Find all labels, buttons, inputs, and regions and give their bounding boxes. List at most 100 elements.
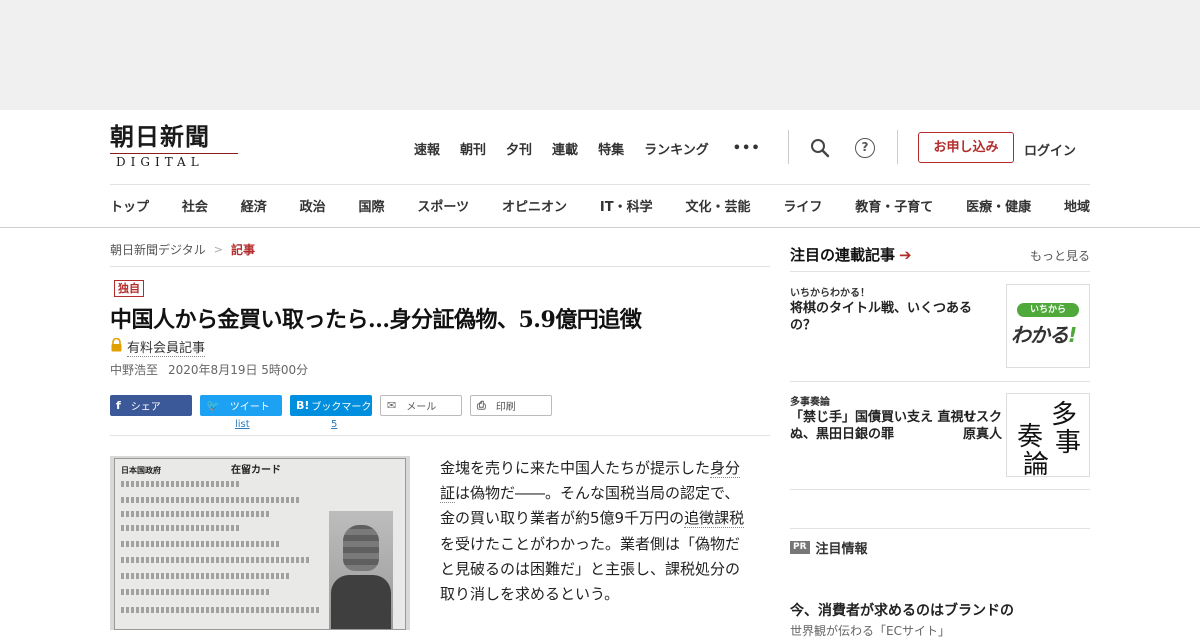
divider — [110, 266, 770, 267]
site-logo[interactable]: 朝日新聞 DIGITAL — [110, 124, 240, 172]
series-thumbnail: 多 事 奏 論 — [1006, 393, 1090, 480]
series-thumbnail: いちから わかる! — [1006, 284, 1090, 368]
card-text-line — [121, 525, 241, 531]
card-text-line — [121, 511, 271, 517]
site-header: 朝日新聞 DIGITAL 速報 朝刊 夕刊 連載 特集 ランキング ••• ? … — [0, 110, 1200, 228]
facebook-share-button[interactable]: f シェア — [110, 395, 192, 416]
featured-series-heading[interactable]: 注目の連載記事 ➔ — [790, 244, 912, 265]
card-text-line — [121, 497, 301, 503]
category-culture[interactable]: 文化・芸能 — [685, 196, 750, 216]
header-divider — [897, 130, 898, 164]
paid-member-label[interactable]: 有料会員記事 — [110, 337, 206, 357]
subscribe-button[interactable]: お申し込み — [918, 132, 1014, 163]
pr-section-label: PR 注目情報 — [790, 538, 868, 557]
top-nav: 速報 朝刊 夕刊 連載 特集 ランキング ••• — [414, 138, 761, 158]
series-author: リスク 原真人 — [962, 410, 1002, 442]
hatena-count-link[interactable]: 5 — [331, 419, 337, 430]
hatena-bookmark-label: ブックマーク — [311, 402, 372, 413]
featured-series-title: 注目の連載記事 — [790, 246, 896, 264]
twitter-count-link[interactable]: list — [235, 419, 250, 430]
article-title: 中国人から金買い取ったら…身分証偽物、5.9億円追徴 — [110, 307, 642, 333]
divider — [110, 435, 770, 436]
mail-icon: ✉ — [387, 399, 397, 412]
thumb-label-main: わかる! — [1011, 323, 1077, 347]
logo-underline — [110, 153, 238, 154]
breadcrumb-home[interactable]: 朝日新聞デジタル — [110, 241, 206, 258]
hatena-bookmark-button[interactable]: B! ブックマーク — [290, 395, 372, 416]
series-kicker: いちからわかる！ — [790, 288, 870, 299]
card-text-line — [121, 557, 311, 563]
mail-share-button[interactable]: ✉ メール — [380, 395, 462, 416]
twitter-share-button[interactable]: 🐦 ツイート — [200, 395, 282, 416]
pr-section-title: 注目情報 — [815, 542, 868, 557]
login-link[interactable]: ログイン — [1024, 140, 1076, 159]
logo-japanese: 朝日新聞 — [110, 122, 210, 151]
category-society[interactable]: 社会 — [182, 196, 208, 216]
calligraphy-char: 事 — [1055, 428, 1082, 458]
divider — [790, 271, 1090, 272]
print-label: 印刷 — [495, 402, 516, 413]
see-more-link[interactable]: もっと見る — [1030, 247, 1090, 264]
twitter-share-label: ツイート — [229, 402, 270, 413]
category-international[interactable]: 国際 — [359, 196, 385, 216]
nav-rensai[interactable]: 連載 — [552, 139, 578, 158]
calligraphy-char: 論 — [1023, 450, 1050, 480]
category-region[interactable]: 地域 — [1064, 196, 1090, 216]
category-economy[interactable]: 経済 — [241, 196, 267, 216]
category-top[interactable]: トップ — [110, 196, 149, 216]
category-health[interactable]: 医療・健康 — [966, 196, 1031, 216]
divider — [790, 381, 1090, 382]
more-menu-icon[interactable]: ••• — [733, 141, 761, 156]
thumb-label-top: いちから — [1017, 303, 1079, 317]
nav-choukan[interactable]: 朝刊 — [460, 139, 486, 158]
nav-yuukan[interactable]: 夕刊 — [506, 139, 532, 158]
body-text-1: 金塊を売りに来た中国人たちが提示した — [440, 459, 711, 477]
category-it-science[interactable]: IT・科学 — [600, 196, 653, 216]
category-nav: トップ 社会 経済 政治 国際 スポーツ オピニオン IT・科学 文化・芸能 ラ… — [110, 196, 1090, 216]
byline: 中野浩至 2020年8月19日 5時00分 — [110, 361, 308, 378]
keyword-link-tax[interactable]: 追徴課税 — [684, 509, 745, 529]
divider — [790, 528, 1090, 529]
facebook-share-label: シェア — [130, 402, 161, 413]
breadcrumb-separator: > — [213, 243, 223, 256]
mail-share-label: メール — [406, 402, 437, 413]
card-text-line — [121, 541, 281, 547]
card-text-line — [121, 573, 291, 579]
paid-member-text: 有料会員記事 — [127, 337, 206, 357]
card-text-line — [121, 607, 321, 613]
category-sports[interactable]: スポーツ — [417, 196, 469, 216]
breadcrumb-current: 記事 — [230, 243, 255, 257]
breadcrumb: 朝日新聞デジタル > 記事 — [110, 241, 255, 258]
pr-article-title[interactable]: 今、消費者が求めるのはブランドの — [790, 600, 1014, 620]
hatena-icon: B! — [296, 399, 310, 412]
pr-tag: PR — [790, 541, 810, 554]
article-photo[interactable]: 日本国政府 在留カード — [110, 456, 410, 630]
category-education[interactable]: 教育・子育て — [855, 196, 933, 216]
print-icon: ⎙ — [477, 398, 486, 412]
search-icon[interactable] — [808, 136, 832, 160]
help-icon[interactable]: ? — [853, 136, 877, 160]
logo-english: DIGITAL — [116, 155, 204, 169]
publish-date: 2020年8月19日 5時00分 — [168, 363, 309, 377]
nav-ranking[interactable]: ランキング — [644, 139, 709, 158]
arrow-right-icon: ➔ — [899, 245, 912, 264]
twitter-icon: 🐦 — [206, 399, 220, 412]
article-body: 金塊を売りに来た中国人たちが提示した身分証は偽物だ――。そんな国税当局の認定で、… — [440, 456, 746, 607]
nav-sokuhou[interactable]: 速報 — [414, 139, 440, 158]
card-title-text: 在留カード — [231, 465, 281, 476]
series-kicker: 多事奏論 — [790, 397, 830, 408]
portrait-body — [331, 575, 391, 629]
body-text-3: を受けたことがわかった。業者側は「偽物だと見破るのは困難だ」と主張し、課税処分の… — [440, 534, 741, 604]
help-glyph: ? — [855, 138, 875, 158]
header-divider — [788, 130, 789, 164]
card-portrait — [329, 511, 393, 629]
category-opinion[interactable]: オピニオン — [502, 196, 567, 216]
series-title: 将棋のタイトル戦、いくつあるの？ — [790, 301, 973, 333]
category-life[interactable]: ライフ — [783, 196, 822, 216]
category-politics[interactable]: 政治 — [300, 196, 326, 216]
ad-banner-area — [0, 0, 1200, 110]
header-separator — [110, 184, 1090, 185]
card-text-line — [121, 481, 241, 487]
nav-tokushu[interactable]: 特集 — [598, 139, 624, 158]
print-button[interactable]: ⎙ 印刷 — [470, 395, 552, 416]
